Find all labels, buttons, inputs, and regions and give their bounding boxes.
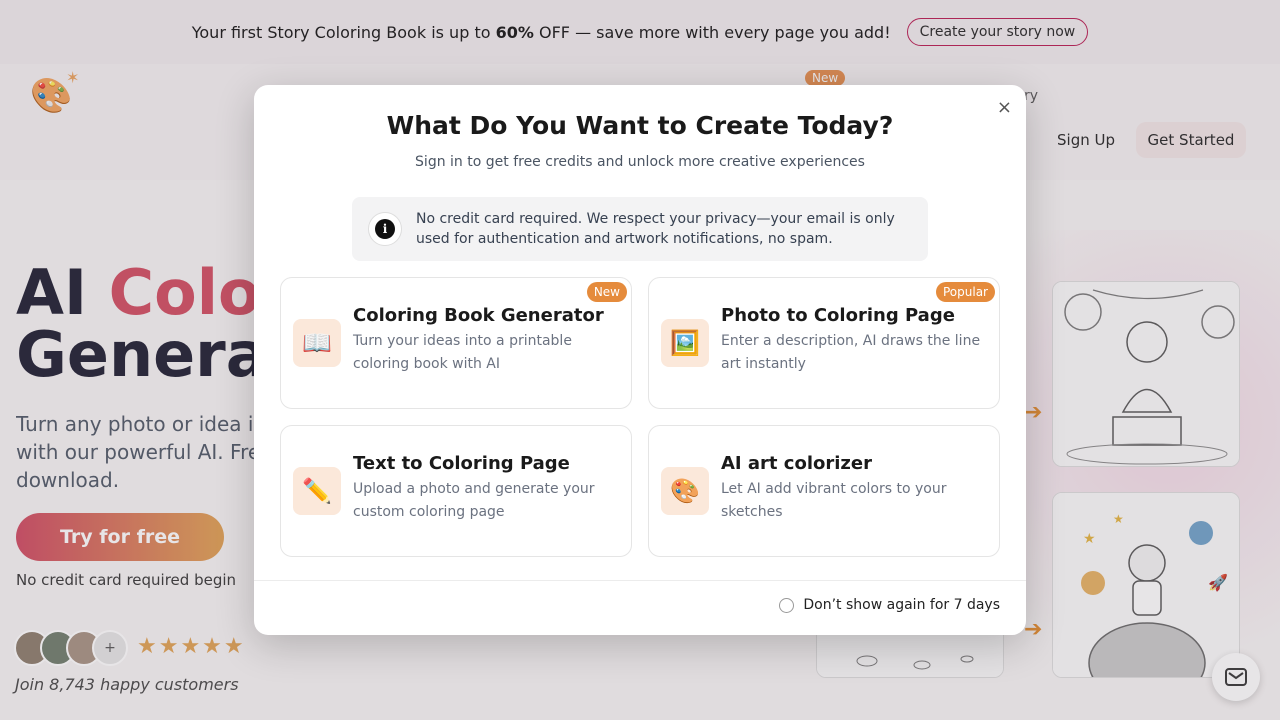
card-title: AI art colorizer xyxy=(721,453,872,474)
picture-icon: 🖼️ xyxy=(661,319,709,367)
dont-show-checkbox[interactable] xyxy=(779,597,795,613)
dialog-divider xyxy=(254,580,1026,581)
pencil-icon: ✏️ xyxy=(293,467,341,515)
dont-show-label: Don’t show again for 7 days xyxy=(803,597,1000,613)
card-ai-art-colorizer[interactable]: 🎨 AI art colorizer Let AI add vibrant co… xyxy=(648,425,1000,557)
book-icon: 📖 xyxy=(293,319,341,367)
privacy-notice: i No credit card required. We respect yo… xyxy=(352,197,928,261)
privacy-notice-text: No credit card required. We respect your… xyxy=(416,211,895,247)
popular-badge: Popular xyxy=(936,282,995,302)
new-badge: New xyxy=(586,282,627,302)
dialog-subtitle: Sign in to get free credits and unlock m… xyxy=(415,154,865,170)
dialog-title: What Do You Want to Create Today? xyxy=(386,111,894,140)
card-text-to-coloring-page[interactable]: ✏️ Text to Coloring Page Upload a photo … xyxy=(280,425,632,557)
card-coloring-book-generator[interactable]: 📖 Coloring Book Generator Turn your idea… xyxy=(280,277,632,409)
card-description: Upload a photo and generate your custom … xyxy=(353,481,595,520)
palette-icon: 🎨 xyxy=(661,467,709,515)
card-title: Text to Coloring Page xyxy=(353,453,570,474)
info-icon: i xyxy=(368,212,402,246)
card-description: Enter a description, AI draws the line a… xyxy=(721,333,981,372)
card-description: Let AI add vibrant colors to your sketch… xyxy=(721,481,947,520)
card-description: Turn your ideas into a printable colorin… xyxy=(353,333,572,372)
dont-show-again-option[interactable]: Don’t show again for 7 days xyxy=(779,597,1000,613)
card-photo-to-coloring-page[interactable]: 🖼️ Photo to Coloring Page Enter a descri… xyxy=(648,277,1000,409)
card-title: Photo to Coloring Page xyxy=(721,305,955,326)
card-title: Coloring Book Generator xyxy=(353,305,604,326)
create-dialog: × What Do You Want to Create Today? Sign… xyxy=(254,85,1026,635)
